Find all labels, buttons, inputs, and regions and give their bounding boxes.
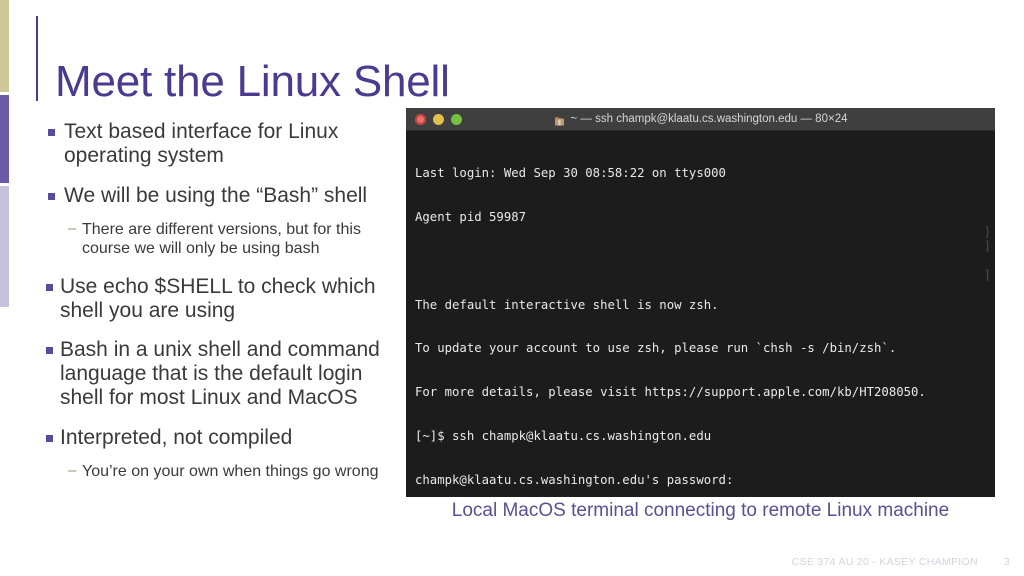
footer-course-label: CSE 374 AU 20 - KASEY CHAMPION [791, 556, 978, 568]
accent-segment-lavender [0, 186, 9, 307]
terminal-output[interactable]: Last login: Wed Sep 30 08:58:22 on ttys0… [406, 131, 995, 497]
terminal-line: Agent pid 59987 [415, 209, 527, 224]
terminal-title-group: ~ — ssh champk@klaatu.cs.washington.edu … [406, 113, 995, 125]
terminal-titlebar[interactable]: ~ — ssh champk@klaatu.cs.washington.edu … [406, 108, 995, 131]
terminal-line: champk@klaatu.cs.washington.edu's passwo… [415, 472, 734, 487]
terminal-window: ~ — ssh champk@klaatu.cs.washington.edu … [406, 108, 995, 497]
minimize-button-icon[interactable] [433, 113, 444, 125]
subbullet-text-2-1: There are different versions, but for th… [82, 220, 361, 257]
terminal-line-wrap-markers: ] ] ] [983, 224, 991, 283]
subbullet-text-5-1: You’re on your own when things go wrong [82, 463, 379, 481]
bullet-item-2: We will be using the “Bash” shell [46, 184, 386, 208]
bullet-item-4: Bash in a unix shell and command languag… [46, 338, 386, 410]
terminal-line: For more details, please visit https://s… [415, 385, 926, 400]
page-title: Meet the Linux Shell [55, 57, 450, 107]
subbullet-item-5-1: You’re on your own when things go wrong [68, 462, 386, 482]
bullet-text-2: We will be using the “Bash” shell [64, 183, 368, 207]
bullet-text-1: Text based interface for Linux operating… [64, 120, 339, 167]
terminal-line: The default interactive shell is now zsh… [415, 297, 719, 312]
bullet-text-5: Interpreted, not compiled [60, 426, 293, 450]
slide-footer: CSE 374 AU 20 - KASEY CHAMPION 3 [792, 556, 1010, 568]
bullet-list: Text based interface for Linux operating… [46, 120, 386, 482]
bullet-text-3: Use echo $SHELL to check which shell you… [60, 274, 376, 322]
terminal-caption: Local MacOS terminal connecting to remot… [451, 500, 950, 521]
subbullet-item-2-1: There are different versions, but for th… [68, 220, 386, 259]
window-controls [415, 113, 462, 125]
maximize-button-icon[interactable] [451, 113, 462, 125]
close-button-icon[interactable] [415, 113, 426, 125]
terminal-line: [~]$ ssh champk@klaatu.cs.washington.edu [415, 428, 712, 443]
accent-segment-khaki [0, 0, 9, 92]
bullet-item-1: Text based interface for Linux operating… [46, 120, 386, 168]
terminal-title-text: ~ — ssh champk@klaatu.cs.washington.edu … [570, 113, 848, 125]
bullet-text-4: Bash in a unix shell and command languag… [60, 338, 380, 410]
title-accent-rule [36, 16, 38, 101]
bullet-item-3: Use echo $SHELL to check which shell you… [46, 275, 386, 323]
footer-page-number: 3 [1003, 556, 1010, 568]
terminal-line: Last login: Wed Sep 30 08:58:22 on ttys0… [415, 166, 726, 181]
folder-icon [554, 114, 565, 125]
bullet-item-5: Interpreted, not compiled [46, 426, 386, 450]
terminal-line: To update your account to use zsh, pleas… [415, 341, 897, 356]
left-accent-strip [0, 0, 9, 307]
accent-segment-purple [0, 95, 9, 183]
